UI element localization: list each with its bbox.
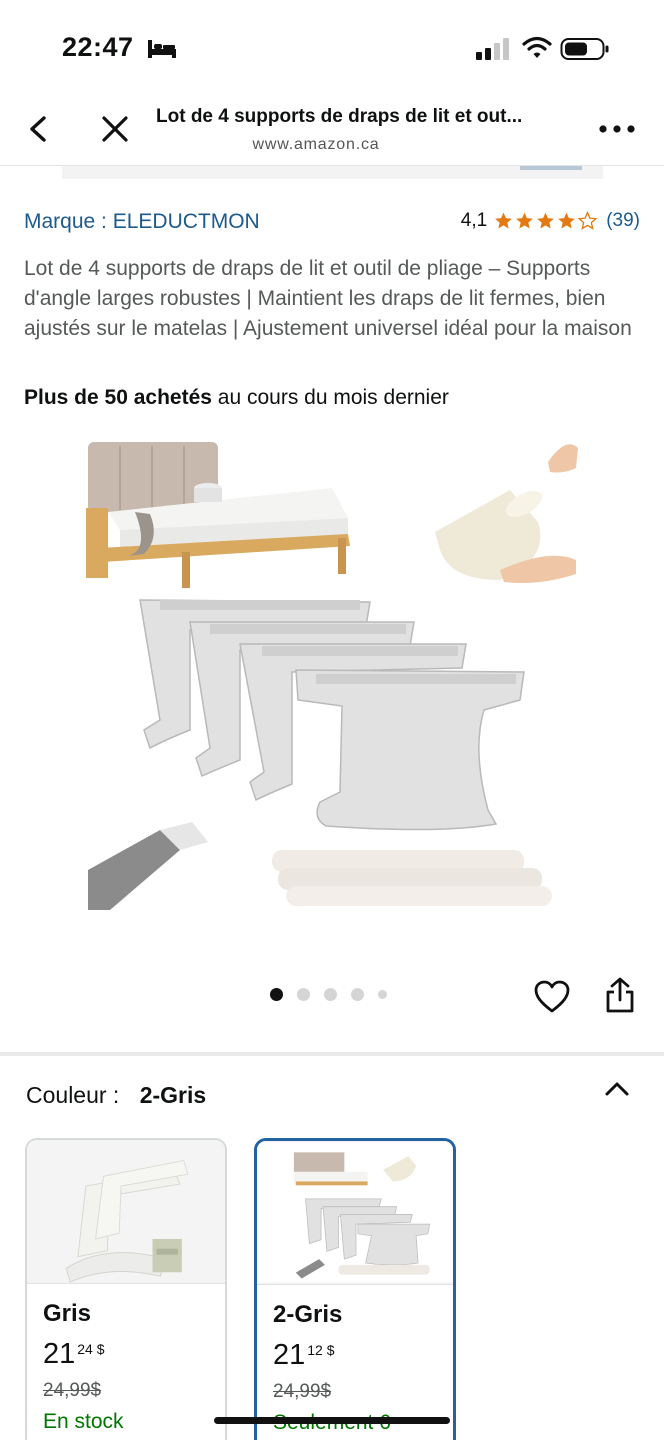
status-bar: 22:47 (0, 0, 664, 96)
purchase-count: Plus de 50 achetés au cours du mois dern… (24, 386, 449, 410)
battery-icon (560, 38, 609, 60)
star-full-icon (495, 212, 513, 229)
previous-banner-edge (62, 166, 603, 179)
price-main: 21 (273, 1339, 306, 1371)
sheet-holders-illustration (139, 599, 525, 831)
variant-card-2-gris[interactable]: 2-Gris 2112 $ 24,99$ Seulement 6 (254, 1138, 456, 1440)
rating-count: (39) (606, 210, 640, 231)
variant-thumbnail (27, 1140, 225, 1284)
star-empty-icon (577, 211, 598, 230)
status-time: 22:47 (62, 32, 134, 62)
purchase-count-rest: au cours du mois dernier (211, 386, 449, 409)
price-sup: 12 $ (307, 1342, 335, 1358)
bed-icon (148, 40, 176, 58)
star-full-icon (558, 212, 576, 229)
hand-holder-illustration (435, 444, 578, 583)
more-options-icon[interactable] (598, 124, 636, 134)
variant-name: Gris (43, 1300, 92, 1327)
back-arrow-icon[interactable] (22, 112, 56, 146)
carousel-dot[interactable] (324, 988, 337, 1001)
variant-price: 21 12 $ (273, 1339, 335, 1372)
carousel-indicator[interactable] (270, 988, 401, 1001)
bed-illustration (86, 442, 350, 588)
heart-icon[interactable] (534, 980, 570, 1014)
folding-tool-illustration (88, 822, 552, 910)
color-label: Couleur : (26, 1082, 120, 1108)
rating-summary[interactable]: 4,1 (39) (461, 210, 640, 232)
page-url: www.amazon.ca (252, 136, 380, 153)
product-image[interactable] (80, 430, 600, 940)
home-indicator (214, 1417, 450, 1424)
color-selector-label: Couleur : 2-Gris (26, 1082, 206, 1109)
star-full-icon (537, 212, 555, 229)
carousel-dot[interactable] (351, 988, 364, 1001)
star-rating (493, 211, 598, 231)
variant-card-gris[interactable]: Gris 21 24 $ 24,99$ En stock (25, 1138, 227, 1440)
carousel-dot[interactable] (270, 988, 283, 1001)
product-title: Lot de 4 supports de draps de lit et out… (24, 257, 632, 340)
carousel-dot[interactable] (378, 990, 387, 999)
page-title: Lot de 4 supports de draps de lit et out… (156, 106, 523, 127)
variant-name: 2-Gris (273, 1301, 343, 1328)
variant-price: 21 24 $ (43, 1338, 105, 1371)
close-icon[interactable] (98, 112, 132, 146)
star-full-icon (516, 212, 534, 229)
wifi-icon (522, 36, 552, 58)
carousel-dot[interactable] (297, 988, 310, 1001)
price-main: 21 (43, 1338, 76, 1370)
chevron-up-icon[interactable] (602, 1078, 632, 1100)
share-icon[interactable] (604, 976, 636, 1014)
selected-color-value: 2-Gris (139, 1082, 207, 1108)
variant-stock-status: En stock (43, 1410, 124, 1433)
rating-value: 4,1 (460, 210, 488, 231)
variant-old-price: 24,99$ (273, 1381, 332, 1402)
variant-thumbnail (257, 1141, 453, 1285)
section-divider (0, 1052, 664, 1056)
signal-icon (476, 38, 509, 60)
browser-header: Lot de 4 supports de draps de lit et out… (0, 96, 664, 166)
brand-link[interactable]: Marque : ELEDUCTMON (24, 210, 260, 234)
variant-old-price: 24,99$ (43, 1380, 102, 1401)
price-sup: 24 $ (77, 1341, 105, 1357)
purchase-count-bold: Plus de 50 achetés (24, 386, 212, 409)
